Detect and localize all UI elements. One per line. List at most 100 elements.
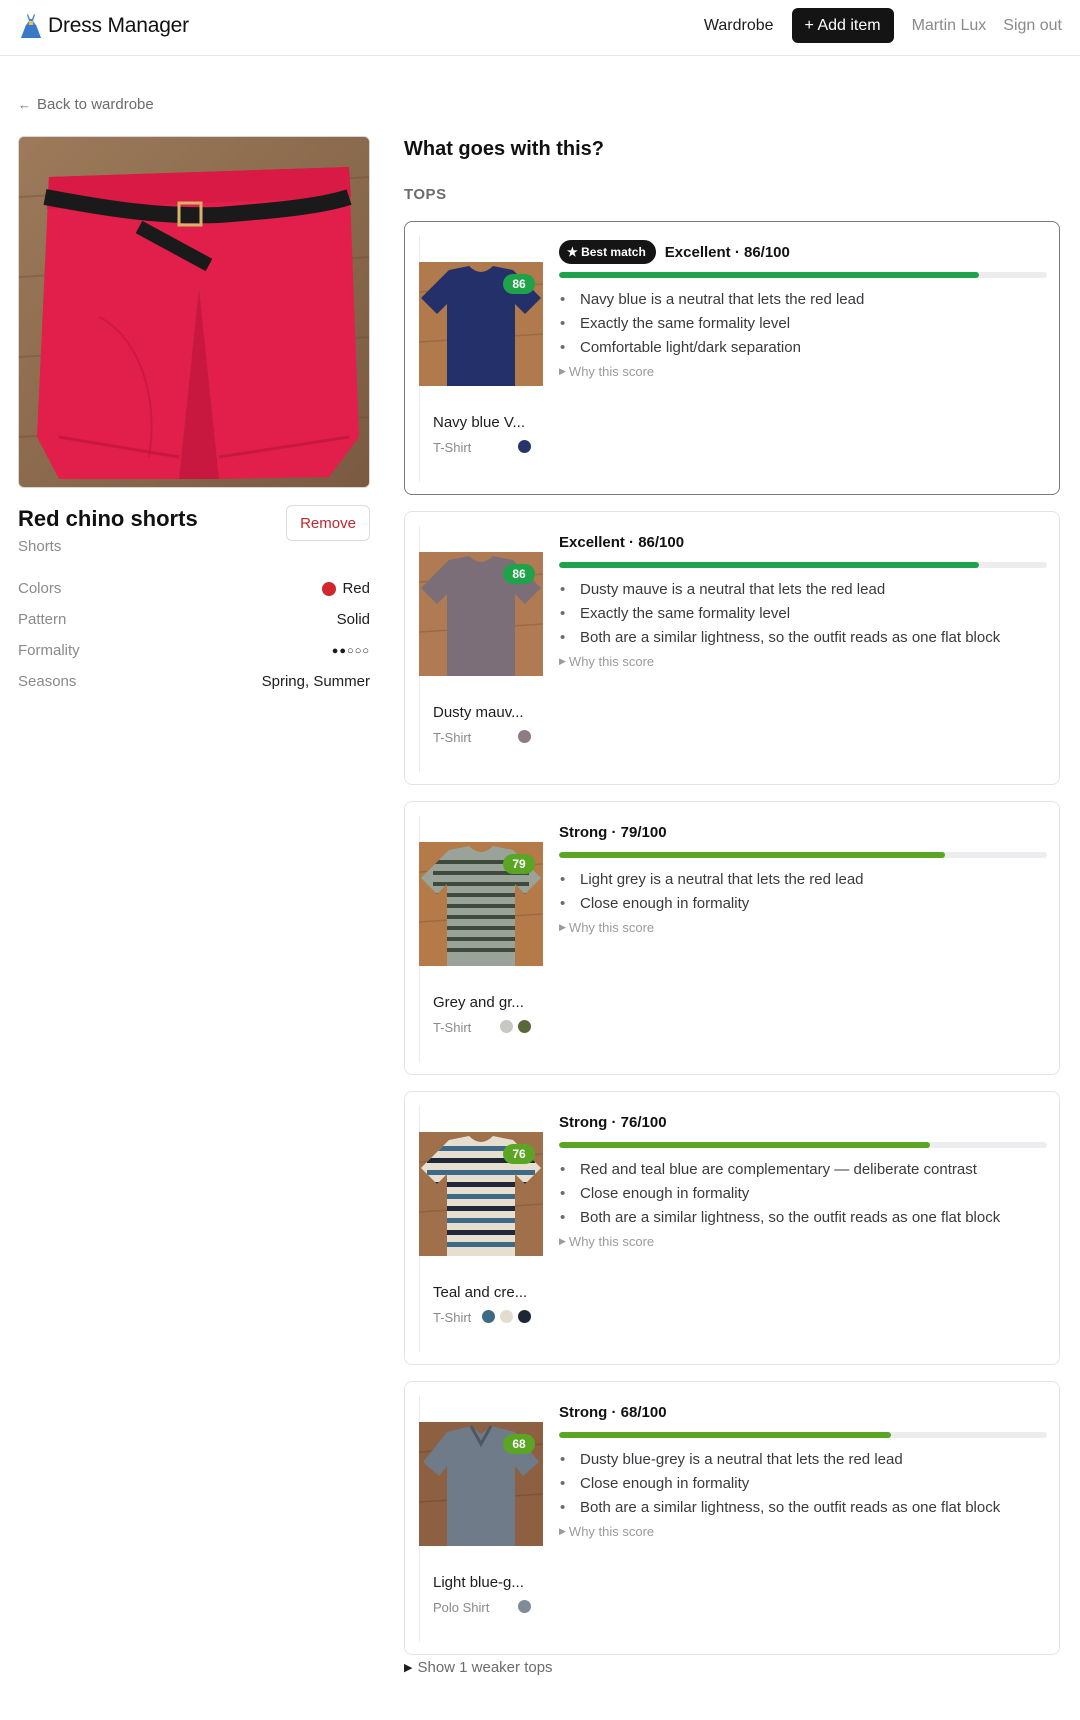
why-label: Why this score xyxy=(568,1524,655,1539)
color-swatches xyxy=(500,1020,531,1033)
reason-list: Dusty mauve is a neutral that lets the r… xyxy=(559,578,1047,650)
garment-type: T-Shirt xyxy=(433,1310,472,1325)
match-detail: Strong · 79/100 Light grey is a neutral … xyxy=(559,820,1047,935)
color-swatches xyxy=(518,440,531,453)
reason-item: Close enough in formality xyxy=(559,1182,1047,1206)
garment-type: T-Shirt xyxy=(433,440,472,455)
garment-photo: 86 xyxy=(419,552,543,676)
score-bar-fill xyxy=(559,1142,930,1148)
score-bar xyxy=(559,852,1047,858)
garment-type: T-Shirt xyxy=(433,1020,472,1035)
why-this-score-toggle[interactable]: ▶ Why this score xyxy=(559,364,1047,379)
score-badge: 86 xyxy=(503,564,535,584)
formality-dots: ●●○○○ xyxy=(331,644,370,657)
reason-item: Exactly the same formality level xyxy=(559,312,1047,336)
why-this-score-toggle[interactable]: ▶ Why this score xyxy=(559,1524,1047,1539)
attr-value: Solid xyxy=(336,611,370,628)
why-this-score-toggle[interactable]: ▶ Why this score xyxy=(559,654,1047,669)
attr-pattern: Pattern Solid xyxy=(18,611,370,628)
garment-photo: 68 xyxy=(419,1422,543,1546)
attr-colors: Colors Red xyxy=(18,580,370,597)
match-thumbnail[interactable]: 79 Grey and gr... T-Shirt xyxy=(419,816,543,1062)
match-verdict: Excellent · 86/100 xyxy=(559,533,685,551)
reason-item: Both are a similar lightness, so the out… xyxy=(559,1206,1047,1230)
why-label: Why this score xyxy=(568,920,655,935)
triangle-right-icon: ▶ xyxy=(559,1236,566,1246)
triangle-right-icon: ▶ xyxy=(559,1526,566,1536)
back-label: Back to wardrobe xyxy=(37,96,154,113)
match-thumbnail[interactable]: 86 Dusty mauv... T-Shirt xyxy=(419,526,543,772)
match-card[interactable]: 86 Dusty mauv... T-Shirt Excellent · 86/… xyxy=(404,511,1060,785)
match-headline: Strong · 76/100 xyxy=(559,1110,1047,1134)
arrow-left-icon: ← xyxy=(18,97,31,112)
reason-item: Red and teal blue are complementary — de… xyxy=(559,1158,1047,1182)
attr-label: Formality xyxy=(18,642,80,659)
color-swatch xyxy=(518,1020,531,1033)
reason-list: Navy blue is a neutral that lets the red… xyxy=(559,288,1047,360)
garment-name: Navy blue V... xyxy=(433,414,525,431)
color-swatch xyxy=(500,1310,513,1323)
score-bar xyxy=(559,272,1047,278)
sign-out-link[interactable]: Sign out xyxy=(1003,17,1062,35)
color-swatch xyxy=(518,440,531,453)
match-detail: Strong · 68/100 Dusty blue-grey is a neu… xyxy=(559,1400,1047,1539)
show-weaker-toggle[interactable]: ▶ Show 1 weaker tops xyxy=(404,1659,553,1676)
remove-button[interactable]: Remove xyxy=(286,505,370,541)
why-this-score-toggle[interactable]: ▶ Why this score xyxy=(559,920,1047,935)
reason-item: Navy blue is a neutral that lets the red… xyxy=(559,288,1047,312)
dress-icon xyxy=(18,12,44,40)
match-card[interactable]: 68 Light blue-g... Polo Shirt Strong · 6… xyxy=(404,1381,1060,1655)
attr-value: Spring, Summer xyxy=(261,673,370,690)
match-verdict: Strong · 76/100 xyxy=(559,1113,667,1131)
reason-list: Light grey is a neutral that lets the re… xyxy=(559,868,1047,916)
match-card[interactable]: 79 Grey and gr... T-Shirt Strong · 79/10… xyxy=(404,801,1060,1075)
reason-list: Dusty blue-grey is a neutral that lets t… xyxy=(559,1448,1047,1520)
score-bar xyxy=(559,1142,1047,1148)
attr-label: Colors xyxy=(18,580,62,597)
match-verdict: Excellent · 86/100 xyxy=(664,243,790,261)
category-heading: TOPS xyxy=(404,186,447,203)
color-swatch xyxy=(500,1020,513,1033)
score-badge: 79 xyxy=(503,854,535,874)
garment-photo: 79 xyxy=(419,842,543,966)
item-photo xyxy=(18,136,370,488)
reason-item: Close enough in formality xyxy=(559,1472,1047,1496)
match-verdict: Strong · 79/100 xyxy=(559,823,667,841)
match-detail: Strong · 76/100 Red and teal blue are co… xyxy=(559,1110,1047,1249)
add-item-button[interactable]: + Add item xyxy=(791,8,894,43)
attr-label: Pattern xyxy=(18,611,67,628)
reason-item: Comfortable light/dark separation xyxy=(559,336,1047,360)
color-name: Red xyxy=(342,580,370,597)
match-headline: Excellent · 86/100 xyxy=(559,530,1047,554)
match-thumbnail[interactable]: 68 Light blue-g... Polo Shirt xyxy=(419,1396,543,1642)
top-bar: Dress Manager Wardrobe + Add item Martin… xyxy=(0,0,1080,56)
reason-item: Light grey is a neutral that lets the re… xyxy=(559,868,1047,892)
item-title: Red chino shorts xyxy=(18,506,198,531)
brand[interactable]: Dress Manager xyxy=(18,12,189,40)
best-match-badge: ★ Best match xyxy=(559,240,656,264)
top-nav: Wardrobe + Add item Martin Lux Sign out xyxy=(704,8,1062,43)
match-detail: ★ Best match Excellent · 86/100 Navy blu… xyxy=(559,240,1047,379)
color-swatch xyxy=(518,730,531,743)
color-swatch xyxy=(518,1600,531,1613)
match-card[interactable]: 76 Teal and cre... T-Shirt Strong · 76/1… xyxy=(404,1091,1060,1365)
color-swatches xyxy=(518,1600,531,1613)
triangle-right-icon: ▶ xyxy=(404,1662,413,1674)
back-link[interactable]: ← Back to wardrobe xyxy=(18,96,154,113)
user-name[interactable]: Martin Lux xyxy=(912,17,987,35)
color-swatch xyxy=(482,1310,495,1323)
attr-formality: Formality ●●○○○ xyxy=(18,642,370,659)
why-this-score-toggle[interactable]: ▶ Why this score xyxy=(559,1234,1047,1249)
score-bar-fill xyxy=(559,562,979,568)
match-thumbnail[interactable]: 86 Navy blue V... T-Shirt xyxy=(419,236,543,482)
nav-wardrobe-link[interactable]: Wardrobe xyxy=(704,17,774,35)
match-card[interactable]: 86 Navy blue V... T-Shirt ★ Best match E… xyxy=(404,221,1060,495)
show-weaker-label: Show 1 weaker tops xyxy=(417,1659,553,1676)
garment-type: Polo Shirt xyxy=(433,1600,490,1615)
why-label: Why this score xyxy=(568,654,655,669)
garment-type: T-Shirt xyxy=(433,730,472,745)
score-bar-fill xyxy=(559,852,945,858)
match-thumbnail[interactable]: 76 Teal and cre... T-Shirt xyxy=(419,1106,543,1352)
score-badge: 76 xyxy=(503,1144,535,1164)
triangle-right-icon: ▶ xyxy=(559,656,566,666)
